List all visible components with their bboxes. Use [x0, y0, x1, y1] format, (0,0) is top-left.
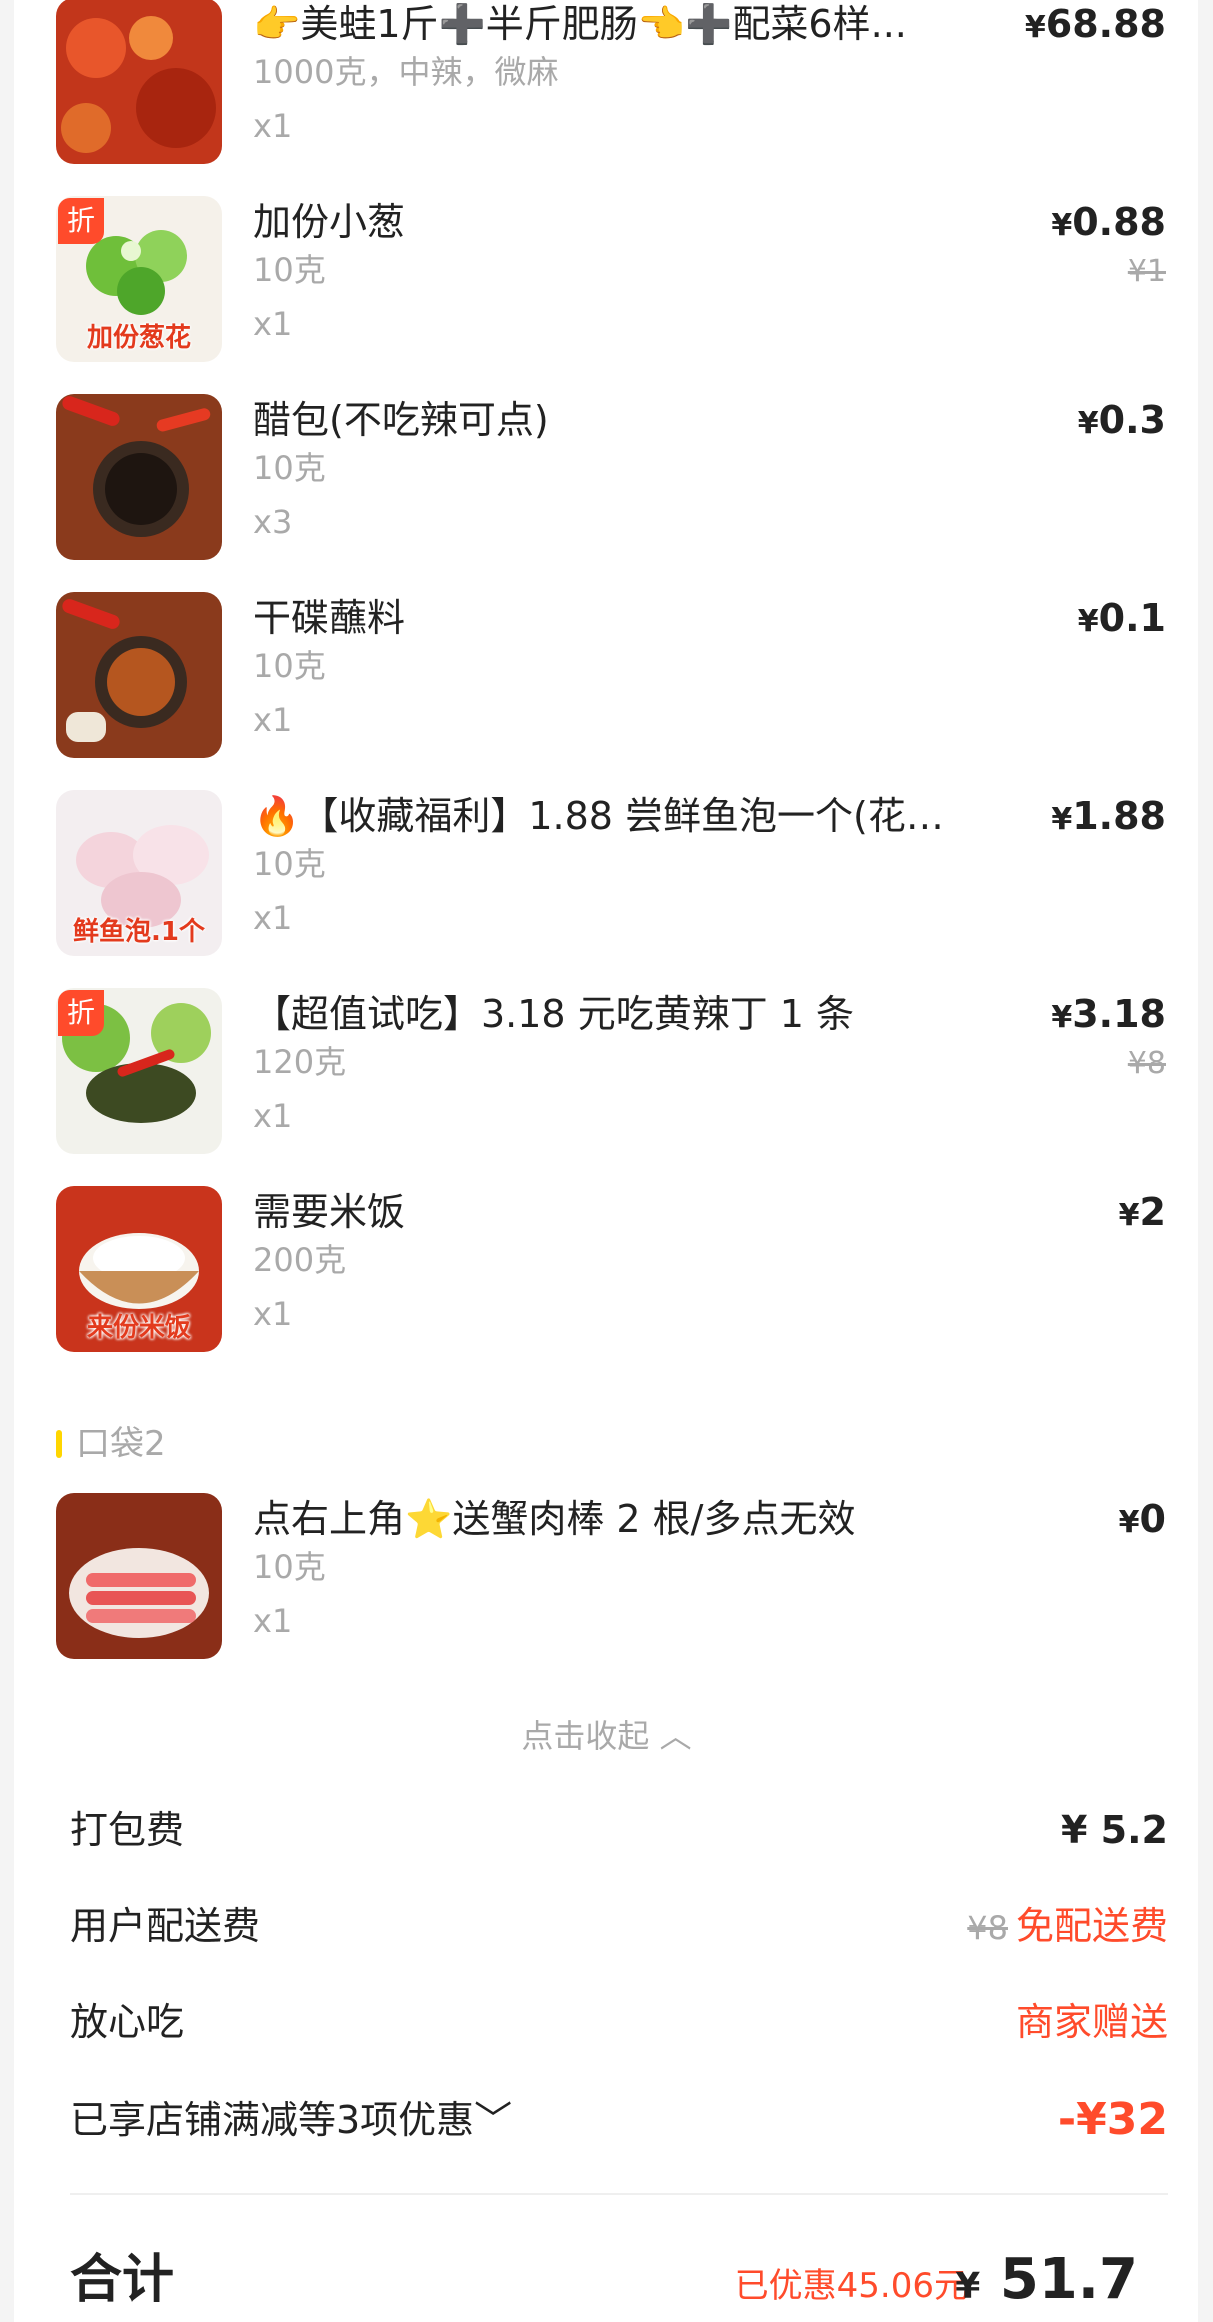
list-item[interactable]: 来份米饭 需要米饭 200克 x1 ¥2 [56, 1186, 1166, 1356]
item-price: ¥68.88 [1024, 2, 1166, 46]
item-spec: 1000克，中辣，微麻 [253, 53, 559, 91]
safe-eat-value: 商家赠送 [1015, 2000, 1168, 2044]
list-item[interactable]: 点右上角⭐送蟹肉棒 2 根/多点无效 10克 x1 ¥0 [56, 1493, 1166, 1663]
thumbnail-caption: 鲜鱼泡.1个 [73, 917, 205, 947]
packing-fee-row: 打包费 ¥ 5.2 [70, 1802, 1168, 1858]
packing-fee-label: 打包费 [70, 1808, 185, 1852]
food-thumbnail [56, 592, 222, 758]
item-name: 👉美蛙1斤➕半斤肥肠👈➕配菜6样... [253, 2, 907, 46]
list-item[interactable]: 👉美蛙1斤➕半斤肥肠👈➕配菜6样... 1000克，中辣，微麻 x1 ¥68.8… [56, 0, 1166, 168]
packing-fee-value: ¥ 5.2 [1061, 1808, 1168, 1852]
item-quantity: x1 [253, 1602, 293, 1640]
food-thumbnail: 折 加份葱花 [56, 196, 222, 362]
discount-value: -¥32 [1057, 2094, 1168, 2145]
delivery-fee-row: 用户配送费 ¥8 免配送费 [70, 1898, 1168, 1954]
total-label: 合计 [70, 2250, 175, 2310]
item-spec: 10克 [253, 845, 326, 883]
list-item[interactable]: 折 加份葱花 加份小葱 10克 x1 ¥0.88 ¥1 [56, 196, 1166, 366]
thumbnail-caption: 来份米饭 [86, 1313, 191, 1343]
collapse-toggle[interactable]: 点击收起 ︿ [0, 1716, 1213, 1756]
total-saved: 已优惠45.06元 [734, 2266, 968, 2306]
discount-row[interactable]: 已享店铺满减等3项优惠﹀ -¥32 [70, 2092, 1168, 2148]
item-name: 加份小葱 [253, 200, 406, 244]
item-original-price: ¥8 [1127, 1046, 1166, 1081]
list-item[interactable]: 鲜鱼泡.1个 🔥【收藏福利】1.88 尝鲜鱼泡一个(花鲢... 10克 x1 ¥… [56, 790, 1166, 960]
item-name: 🔥【收藏福利】1.88 尝鲜鱼泡一个(花鲢... [253, 794, 973, 838]
item-quantity: x1 [253, 1097, 293, 1135]
thumbnail-caption: 加份葱花 [86, 323, 191, 353]
item-name: 需要米饭 [253, 1190, 406, 1234]
item-price: ¥1.88 [1051, 794, 1166, 838]
item-quantity: x1 [253, 305, 293, 343]
discount-tag: 折 [58, 990, 104, 1036]
item-price: ¥2 [1118, 1190, 1166, 1234]
item-spec: 10克 [253, 251, 326, 289]
food-thumbnail [56, 394, 222, 560]
bag-marker [56, 1430, 62, 1458]
bag-label: 口袋2 [56, 1424, 166, 1464]
safe-eat-row: 放心吃 商家赠送 [70, 1994, 1168, 2050]
item-spec: 200克 [253, 1241, 347, 1279]
item-price: ¥3.18 [1051, 992, 1166, 1036]
item-spec: 10克 [253, 647, 326, 685]
food-thumbnail [56, 0, 222, 164]
item-quantity: x1 [253, 701, 293, 739]
item-spec: 10克 [253, 1548, 326, 1586]
delivery-fee-value: ¥8 免配送费 [967, 1898, 1168, 1956]
list-item[interactable]: 醋包(不吃辣可点) 10克 x3 ¥0.3 [56, 394, 1166, 564]
item-price: ¥0.3 [1077, 398, 1166, 442]
food-thumbnail: 来份米饭 [56, 1186, 222, 1352]
item-name: 醋包(不吃辣可点) [253, 398, 549, 442]
divider [70, 2193, 1168, 2195]
item-spec: 120克 [253, 1043, 347, 1081]
discount-label[interactable]: 已享店铺满减等3项优惠﹀ [70, 2092, 512, 2148]
free-delivery-text: 免配送费 [1015, 1904, 1168, 1948]
delivery-fee-original: ¥8 [967, 1909, 1008, 1947]
list-item[interactable]: 折 【超值试吃】3.18 元吃黄辣丁 1 条 120克 x1 ¥3.18 ¥8 [56, 988, 1166, 1158]
delivery-fee-label: 用户配送费 [70, 1904, 261, 1948]
item-name: 点右上角⭐送蟹肉棒 2 根/多点无效 [253, 1497, 856, 1541]
discount-tag: 折 [58, 198, 104, 244]
safe-eat-label: 放心吃 [70, 2000, 185, 2044]
item-price: ¥0.88 [1051, 200, 1166, 244]
collapse-label: 点击收起 ︿ [521, 1717, 692, 1755]
item-original-price: ¥1 [1127, 254, 1166, 289]
food-thumbnail [56, 1493, 222, 1659]
food-thumbnail: 折 [56, 988, 222, 1154]
item-price: ¥0 [1118, 1497, 1166, 1541]
list-item[interactable]: 干碟蘸料 10克 x1 ¥0.1 [56, 592, 1166, 762]
food-thumbnail: 鲜鱼泡.1个 [56, 790, 222, 956]
item-price: ¥0.1 [1077, 596, 1166, 640]
item-spec: 10克 [253, 449, 326, 487]
item-quantity: x1 [253, 107, 293, 145]
item-name: 【超值试吃】3.18 元吃黄辣丁 1 条 [253, 992, 855, 1036]
total-value: ¥ 51.7 [955, 2247, 1138, 2312]
item-name: 干碟蘸料 [253, 596, 406, 640]
item-quantity: x1 [253, 899, 293, 937]
item-quantity: x1 [253, 1295, 293, 1333]
item-quantity: x3 [253, 503, 293, 541]
order-detail-card: 👉美蛙1斤➕半斤肥肠👈➕配菜6样... 1000克，中辣，微麻 x1 ¥68.8… [14, 0, 1198, 2322]
